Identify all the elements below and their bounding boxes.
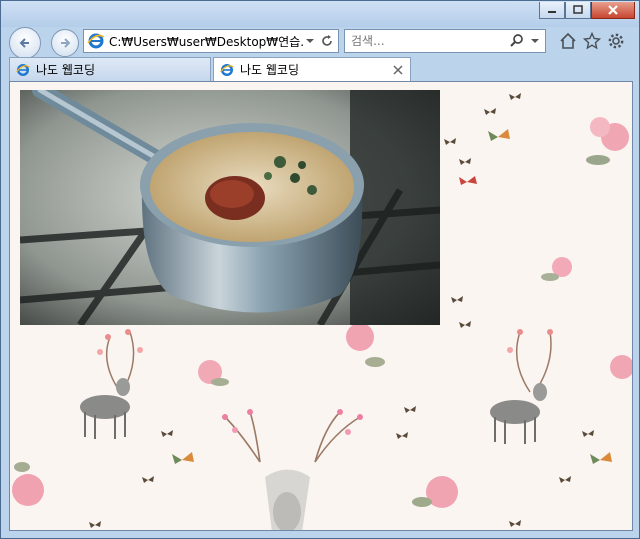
maximize-icon (573, 5, 583, 14)
search-icon[interactable] (509, 33, 525, 49)
branch-decoration (507, 329, 553, 393)
rose-decoration (610, 355, 632, 379)
settings-gear-icon (608, 33, 624, 49)
search-dropdown-icon[interactable] (529, 35, 541, 47)
page-content (9, 81, 633, 531)
maximize-button[interactable] (565, 2, 591, 19)
favorites-star-icon (583, 32, 601, 50)
chevron-down-icon[interactable] (304, 35, 316, 47)
tools-button[interactable] (605, 30, 627, 52)
address-text: C:₩Users₩user₩Desktop₩연습.html (109, 34, 304, 49)
ie-logo-icon (220, 63, 234, 76)
rose-decoration (346, 323, 385, 367)
forward-icon (61, 38, 71, 48)
tab-strip: 나도 웹코딩 나도 웹코딩 (1, 57, 639, 81)
minimize-icon (548, 11, 556, 13)
browser-window: C:₩Users₩user₩Desktop₩연습.html (0, 0, 640, 539)
close-window-button[interactable] (591, 2, 635, 19)
deer-decoration (490, 383, 547, 444)
deer-decoration (80, 378, 130, 439)
tab-1[interactable]: 나도 웹코딩 (9, 57, 211, 81)
address-bar[interactable]: C:₩Users₩user₩Desktop₩연습.html (83, 29, 339, 53)
search-box[interactable] (344, 29, 546, 53)
deer-head-decoration (222, 409, 363, 530)
close-icon (608, 5, 618, 15)
pot-image (20, 90, 440, 325)
refresh-icon[interactable] (319, 33, 335, 49)
ie-logo-icon (16, 63, 30, 76)
rose-decoration (412, 476, 458, 508)
navigation-bar: C:₩Users₩user₩Desktop₩연습.html (1, 25, 639, 59)
tab-label: 나도 웹코딩 (240, 63, 300, 77)
favorites-button[interactable] (581, 30, 603, 52)
search-input[interactable] (345, 33, 509, 49)
close-tab-icon[interactable] (392, 64, 404, 76)
home-icon (560, 32, 576, 49)
rose-decoration (198, 360, 229, 386)
rose-decoration (12, 462, 44, 506)
ie-logo-icon (87, 33, 105, 49)
food-photo (20, 90, 440, 325)
rose-decoration (541, 257, 572, 281)
rose-decoration (586, 117, 629, 165)
back-button[interactable] (9, 27, 41, 59)
window-controls (539, 2, 635, 19)
tab-2[interactable]: 나도 웹코딩 (213, 57, 411, 81)
minimize-button[interactable] (539, 2, 565, 19)
back-icon (19, 38, 29, 48)
title-bar (1, 1, 639, 27)
home-button[interactable] (557, 30, 579, 52)
tab-label: 나도 웹코딩 (36, 63, 96, 77)
forward-button[interactable] (51, 29, 79, 57)
